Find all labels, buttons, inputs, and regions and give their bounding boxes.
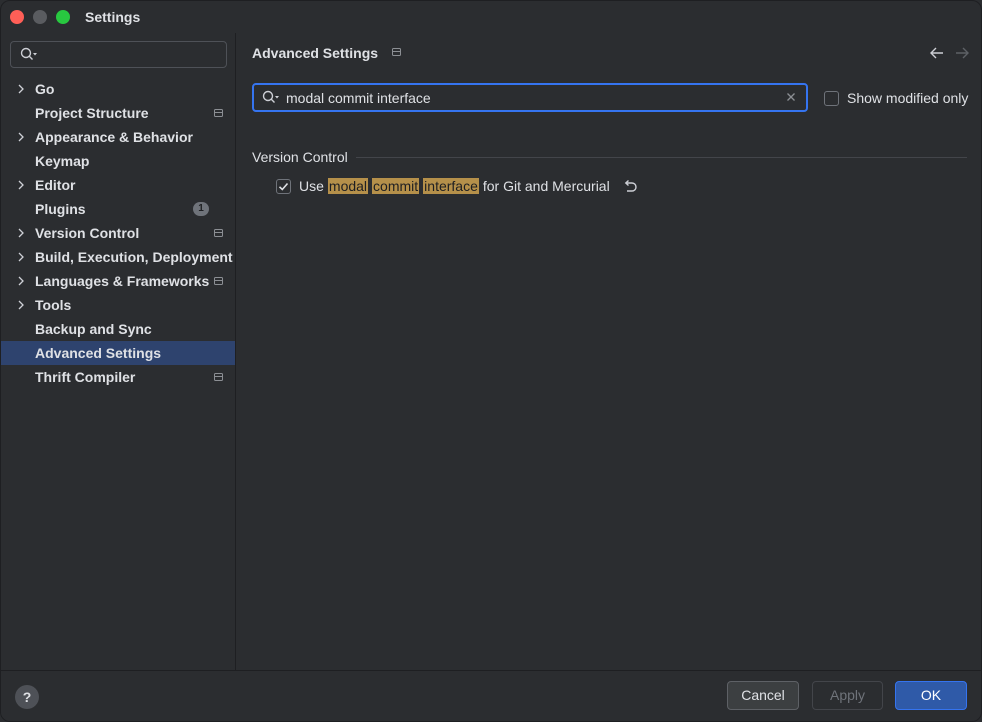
search-icon: [262, 90, 279, 103]
sidebar-item-backup-and-sync[interactable]: Backup and Sync: [1, 317, 235, 341]
sidebar-item-label: Appearance & Behavior: [35, 129, 193, 145]
modal-commit-checkbox[interactable]: [276, 178, 291, 194]
pin-icon: [214, 277, 223, 285]
setting-label-text: for Git and Mercurial: [482, 178, 610, 194]
chevron-right-icon[interactable]: [17, 245, 27, 269]
search-match-highlight: interface: [423, 178, 479, 194]
chevron-right-icon[interactable]: [17, 125, 27, 149]
cancel-button[interactable]: Cancel: [727, 681, 799, 710]
chevron-right-icon[interactable]: [17, 269, 27, 293]
forward-arrow-icon[interactable]: [955, 47, 969, 59]
sidebar-item-project-structure[interactable]: Project Structure: [1, 101, 235, 125]
pin-icon: [392, 48, 401, 56]
filter-value: modal commit interface: [286, 90, 431, 106]
show-modified-only-checkbox[interactable]: Show modified only: [824, 89, 968, 107]
sidebar-item-label: Build, Execution, Deployment: [35, 249, 233, 265]
sidebar-item-thrift-compiler[interactable]: Thrift Compiler: [1, 365, 235, 389]
pin-icon: [214, 229, 223, 237]
chevron-right-icon[interactable]: [17, 77, 27, 101]
settings-window: Settings Go Project Structure Appearance &…: [0, 0, 982, 722]
show-modified-only-label: Show modified only: [847, 90, 969, 106]
ok-button[interactable]: OK: [895, 681, 967, 710]
sidebar: Go Project Structure Appearance & Behavior…: [1, 33, 235, 670]
clear-icon[interactable]: [784, 90, 798, 104]
window-title: Settings: [85, 9, 141, 25]
pin-icon: [214, 109, 223, 117]
sidebar-item-label: Editor: [35, 177, 76, 193]
search-match-highlight: commit: [372, 178, 420, 194]
update-count-badge: 1: [193, 202, 209, 216]
sidebar-item-advanced-settings[interactable]: Advanced Settings: [1, 341, 235, 365]
sidebar-item-go[interactable]: Go: [1, 77, 235, 101]
sidebar-item-build-execution-deployment[interactable]: Build, Execution, Deployment: [1, 245, 235, 269]
maximize-window-button[interactable]: [56, 10, 70, 24]
sidebar-item-languages-frameworks[interactable]: Languages & Frameworks: [1, 269, 235, 293]
sidebar-item-editor[interactable]: Editor: [1, 173, 235, 197]
settings-tree: Go Project Structure Appearance & Behavior…: [1, 77, 235, 389]
sidebar-item-label: Plugins: [35, 201, 86, 217]
sidebar-item-label: Version Control: [35, 225, 140, 241]
modal-commit-setting[interactable]: Use modal commit interface for Git and Mercu…: [276, 176, 638, 196]
main-panel: Advanced Settings modal commit interface: [236, 33, 981, 670]
sidebar-item-label: Project Structure: [35, 105, 149, 121]
search-icon: [20, 47, 37, 60]
sidebar-item-label: Advanced Settings: [35, 345, 162, 361]
back-arrow-icon[interactable]: [930, 47, 944, 59]
reset-icon[interactable]: [622, 179, 638, 193]
pin-icon: [214, 373, 223, 381]
search-match-highlight: modal: [327, 178, 369, 194]
setting-label-text: Use: [299, 178, 324, 194]
sidebar-item-version-control[interactable]: Version Control: [1, 221, 235, 245]
sidebar-item-label: Keymap: [35, 153, 90, 169]
title-bar: Settings: [1, 1, 981, 33]
checkbox-unchecked[interactable]: [824, 90, 839, 106]
apply-button[interactable]: Apply: [812, 681, 883, 710]
sidebar-item-appearance-behavior[interactable]: Appearance & Behavior: [1, 125, 235, 149]
sidebar-item-label: Tools: [35, 297, 72, 313]
checkmark-icon: [278, 182, 289, 191]
sidebar-item-label: Thrift Compiler: [35, 369, 136, 385]
sidebar-search-input[interactable]: [10, 41, 227, 68]
close-window-button[interactable]: [10, 10, 24, 24]
sidebar-item-label: Go: [35, 81, 55, 97]
sidebar-item-label: Languages & Frameworks: [35, 273, 210, 289]
chevron-right-icon[interactable]: [17, 293, 27, 317]
setting-label: Use modal commit interface for Git and Mercu…: [299, 178, 614, 194]
settings-filter-input[interactable]: modal commit interface: [252, 83, 808, 112]
sidebar-item-tools[interactable]: Tools: [1, 293, 235, 317]
page-title: Advanced Settings: [252, 45, 379, 61]
sidebar-item-label: Backup and Sync: [35, 321, 152, 337]
help-button[interactable]: ?: [15, 685, 39, 709]
sidebar-item-plugins[interactable]: Plugins 1: [1, 197, 235, 221]
chevron-right-icon[interactable]: [17, 173, 27, 197]
footer: ? Cancel Apply OK: [1, 670, 981, 721]
chevron-right-icon[interactable]: [17, 221, 27, 245]
sidebar-item-keymap[interactable]: Keymap: [1, 149, 235, 173]
group-title: Version Control: [252, 149, 356, 165]
group-separator: [352, 157, 967, 158]
minimize-window-button[interactable]: [33, 10, 47, 24]
settings-group-version-control: Version Control: [252, 149, 967, 167]
